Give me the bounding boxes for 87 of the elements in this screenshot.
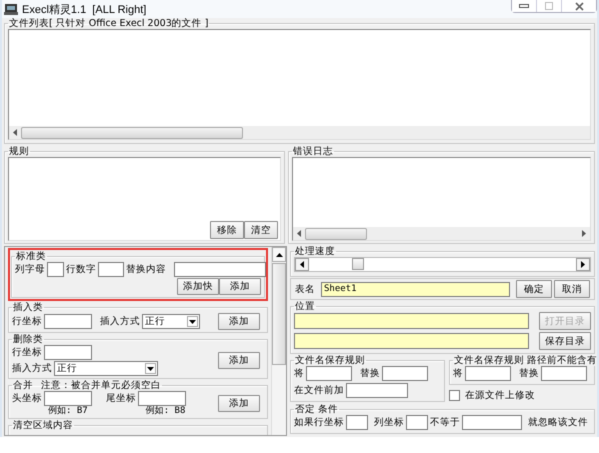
- checkbox-label: 在源文件上修改: [465, 389, 535, 402]
- group-label: 文件名保存规则: [294, 355, 366, 366]
- field-label: 替换: [360, 367, 380, 380]
- checkbox[interactable]: [449, 390, 460, 401]
- add-button[interactable]: 添加快: [177, 278, 219, 295]
- add-button[interactable]: 添加: [218, 352, 260, 369]
- close-icon: [574, 2, 584, 10]
- rule-list[interactable]: 移除 清空: [8, 157, 281, 241]
- minimize-icon: [519, 4, 529, 8]
- horizontal-scrollbar[interactable]: [9, 126, 590, 139]
- group-label: 插入类: [12, 302, 44, 313]
- group-label: 位置: [294, 301, 316, 312]
- note-text: 注意：被合并单元必须空白: [41, 380, 161, 391]
- right-arrow-icon[interactable]: [581, 261, 585, 268]
- vertical-scrollbar[interactable]: [271, 247, 286, 435]
- input-field[interactable]: [346, 415, 368, 430]
- field-label: 行数字: [66, 263, 96, 276]
- input-field[interactable]: [306, 366, 352, 381]
- group-label: 清空区域内容: [12, 420, 74, 431]
- list-button[interactable]: 移除: [210, 221, 244, 239]
- input-field[interactable]: [44, 391, 92, 406]
- mode-dropdown[interactable]: 正行: [142, 314, 200, 329]
- up-arrow-icon[interactable]: [276, 252, 282, 256]
- field-label: 列字母: [15, 263, 45, 276]
- group-label: 标准类: [15, 251, 47, 262]
- input-field[interactable]: [44, 314, 92, 329]
- field-label: 将: [294, 367, 304, 380]
- add-button[interactable]: 添加: [218, 395, 260, 412]
- group-label: 处理速度: [294, 246, 336, 257]
- dialog-button[interactable]: 确定: [516, 280, 552, 298]
- path-field[interactable]: [294, 333, 529, 349]
- group-label: 错误日志: [292, 146, 334, 157]
- left-arrow-icon[interactable]: [297, 230, 301, 237]
- input-field[interactable]: [465, 366, 511, 381]
- field-label: 行坐标: [12, 315, 42, 328]
- example-text: 例如: B8: [146, 406, 186, 416]
- input-field[interactable]: [174, 262, 266, 277]
- field-label: 在文件前加: [294, 384, 344, 397]
- field-label: 行坐标: [12, 346, 42, 359]
- input-field[interactable]: [462, 415, 522, 430]
- field-label: 插入方式: [12, 362, 52, 375]
- group-label: 文件名保存规则 路径前不能含有: [453, 355, 597, 366]
- horizontal-scrollbar[interactable]: [293, 227, 590, 240]
- group-label: 否定 条件: [294, 404, 340, 415]
- left-arrow-icon[interactable]: [13, 129, 17, 136]
- input-field[interactable]: [382, 366, 428, 381]
- input-field[interactable]: [138, 391, 186, 406]
- sheet-name-field[interactable]: Sheet1: [321, 282, 510, 296]
- list-button[interactable]: 清空: [244, 221, 278, 239]
- computer-icon: [4, 2, 18, 16]
- field-label: 如果行坐标: [294, 416, 344, 429]
- input-field[interactable]: [98, 262, 124, 277]
- minimize-button[interactable]: [512, 0, 537, 12]
- group-label: 合并: [13, 380, 33, 391]
- group-label: 文件列表[ 只针对 Office Execl 2003的文件 ]: [8, 18, 210, 29]
- input-field[interactable]: [346, 383, 408, 398]
- group-label: 删除类: [12, 334, 44, 345]
- field-label: 尾坐标: [106, 392, 136, 405]
- field-label: 就忽略该文件: [528, 416, 588, 429]
- left-arrow-icon[interactable]: [300, 261, 304, 268]
- speed-slider[interactable]: [294, 257, 591, 272]
- field-label: 头坐标: [12, 392, 42, 405]
- dropdown-arrow-icon[interactable]: [189, 320, 196, 324]
- field-label: 表名: [295, 282, 315, 296]
- window-title: Execl精灵1.1 [ALL Right]: [22, 2, 146, 16]
- field-label: 替换内容: [126, 263, 166, 276]
- dialog-button[interactable]: 取消: [554, 280, 590, 298]
- mode-dropdown[interactable]: 正行: [54, 361, 158, 376]
- input-field[interactable]: [44, 345, 92, 360]
- add-button[interactable]: 添加: [219, 278, 261, 295]
- right-arrow-icon[interactable]: [582, 230, 586, 237]
- input-field[interactable]: [541, 366, 587, 381]
- folder-button[interactable]: 保存目录: [539, 332, 591, 350]
- field-label: 插入方式: [100, 315, 140, 328]
- field-label: 不等于: [430, 416, 460, 429]
- field-label: 将: [453, 367, 463, 380]
- add-button[interactable]: 添加: [218, 313, 260, 330]
- input-field[interactable]: [406, 415, 428, 430]
- maximize-icon: [545, 2, 553, 10]
- input-field[interactable]: [47, 262, 64, 277]
- field-label: 列坐标: [374, 416, 404, 429]
- dropdown-arrow-icon[interactable]: [147, 366, 154, 370]
- field-label: 替换: [519, 367, 539, 380]
- slider-thumb[interactable]: [352, 258, 364, 270]
- path-field[interactable]: [294, 313, 529, 329]
- group-label: 规则: [8, 146, 30, 157]
- example-text: 例如: B7: [48, 406, 88, 416]
